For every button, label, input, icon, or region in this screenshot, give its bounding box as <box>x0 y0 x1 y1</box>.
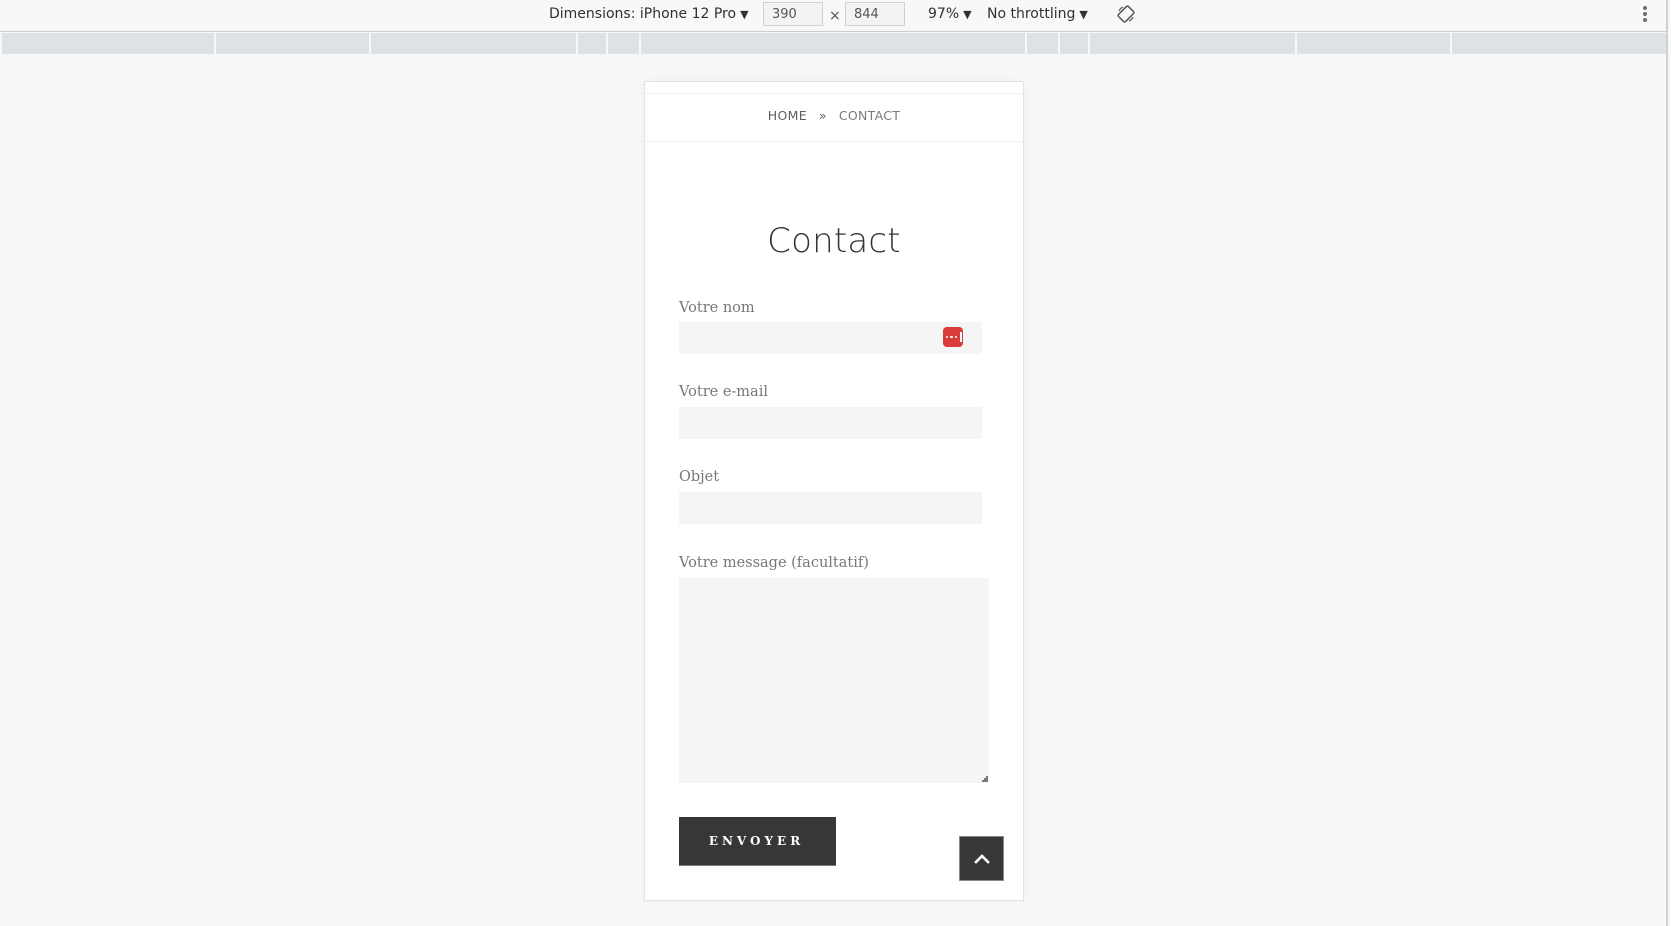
breadcrumb-separator: » <box>818 108 827 123</box>
media-query-segment[interactable] <box>2 33 216 54</box>
submit-button[interactable]: ENVOYER <box>679 817 836 866</box>
email-input[interactable] <box>679 407 982 439</box>
viewport-width-input[interactable] <box>763 2 823 26</box>
kebab-menu-icon[interactable] <box>1642 6 1648 24</box>
zoom-label: 97% <box>928 6 960 22</box>
subject-input[interactable] <box>679 492 982 524</box>
device-dimensions-label: Dimensions: iPhone 12 Pro <box>549 6 737 22</box>
breadcrumb-home-link[interactable]: HOME <box>768 108 807 123</box>
media-query-segment[interactable] <box>578 33 608 54</box>
media-query-segment[interactable] <box>1027 33 1060 54</box>
throttling-dropdown[interactable]: No throttling ▼ <box>987 0 1088 31</box>
password-manager-icon[interactable] <box>943 327 963 347</box>
caret-down-icon: ▼ <box>1079 8 1088 21</box>
media-query-segment[interactable] <box>1452 33 1667 54</box>
divider <box>645 93 1023 94</box>
media-query-segment[interactable] <box>608 33 641 54</box>
devtools-panel-edge <box>1666 0 1668 926</box>
media-query-segment[interactable] <box>1090 33 1297 54</box>
media-query-segment[interactable] <box>216 33 371 54</box>
caret-down-icon: ▼ <box>740 8 749 21</box>
name-label: Votre nom <box>679 300 755 316</box>
page-title: Contact <box>767 221 901 261</box>
media-query-segment[interactable] <box>371 33 578 54</box>
caret-down-icon: ▼ <box>963 8 972 21</box>
name-input[interactable] <box>679 322 982 354</box>
dimension-times-symbol: × <box>829 8 841 24</box>
viewport-height-input[interactable] <box>845 2 905 26</box>
chevron-up-icon <box>973 853 990 864</box>
email-label: Votre e-mail <box>679 384 768 400</box>
resize-grip-icon[interactable] <box>982 776 988 782</box>
breadcrumb-current: CONTACT <box>838 108 901 123</box>
message-label: Votre message (facultatif) <box>679 555 869 571</box>
throttling-label: No throttling <box>987 6 1076 22</box>
media-query-segment[interactable] <box>1060 33 1090 54</box>
media-query-segment[interactable] <box>641 33 1027 54</box>
breadcrumb: HOME » CONTACT <box>645 108 1023 123</box>
device-viewport: HOME » CONTACT Contact Votre nom Votre e-m… <box>644 81 1024 901</box>
rotate-icon[interactable] <box>1116 4 1136 24</box>
device-dimensions-dropdown[interactable]: Dimensions: iPhone 12 Pro ▼ <box>549 0 749 31</box>
media-query-bar <box>2 33 1667 54</box>
zoom-dropdown[interactable]: 97% ▼ <box>928 0 972 31</box>
devtools-device-toolbar: Dimensions: iPhone 12 Pro▼ × 97%▼ No thr… <box>0 0 1666 32</box>
subject-label: Objet <box>679 469 720 485</box>
scroll-to-top-button[interactable] <box>959 836 1004 881</box>
message-textarea[interactable] <box>679 578 989 783</box>
media-query-segment[interactable] <box>1297 33 1452 54</box>
divider <box>645 141 1023 142</box>
